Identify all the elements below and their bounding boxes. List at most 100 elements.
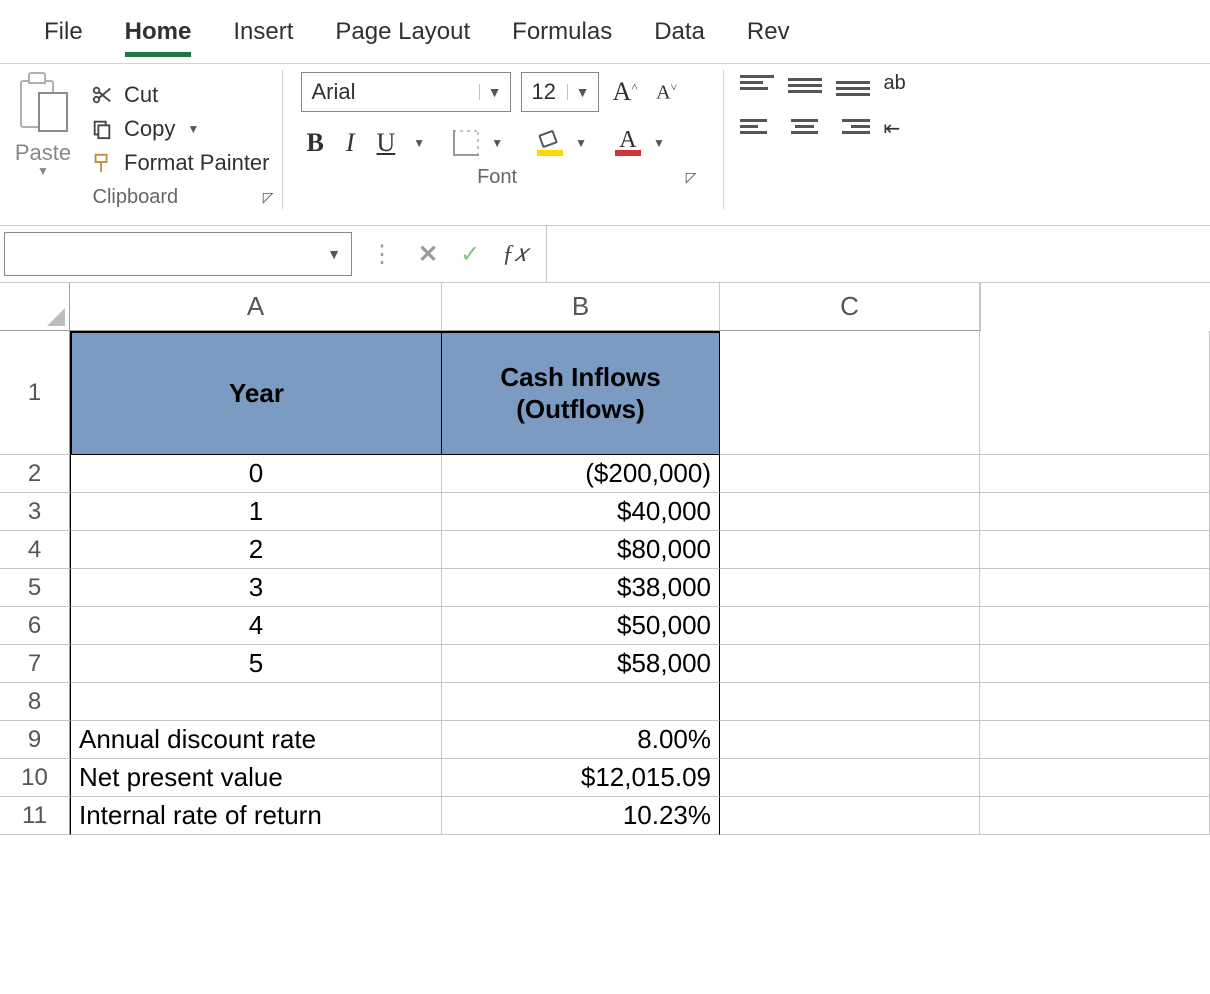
row-header-5[interactable]: 5 xyxy=(0,569,70,607)
cell-B[interactable]: $40,000 xyxy=(442,493,720,531)
copy-button[interactable]: Copy ▼ xyxy=(88,112,272,146)
cell-A[interactable]: 3 xyxy=(70,569,442,607)
cancel-formula-button[interactable]: ✕ xyxy=(418,240,438,269)
cell-C[interactable] xyxy=(720,721,980,759)
align-left-button[interactable] xyxy=(740,116,774,142)
tab-insert[interactable]: Insert xyxy=(233,18,293,57)
cell-A[interactable] xyxy=(70,683,442,721)
cell-A[interactable]: 1 xyxy=(70,493,442,531)
fill-color-icon[interactable] xyxy=(537,130,563,156)
row-header-1[interactable]: 1 xyxy=(0,331,70,455)
cell-extra[interactable] xyxy=(980,455,1210,493)
cell-extra[interactable] xyxy=(980,493,1210,531)
column-header-B[interactable]: B xyxy=(442,283,720,331)
row-header-3[interactable]: 3 xyxy=(0,493,70,531)
cell-A[interactable]: 0 xyxy=(70,455,442,493)
cell-A[interactable]: 2 xyxy=(70,531,442,569)
row-header-6[interactable]: 6 xyxy=(0,607,70,645)
cell-extra[interactable] xyxy=(980,331,1210,455)
font-name-select[interactable]: Arial ▼ xyxy=(301,72,511,112)
cell-C[interactable] xyxy=(720,569,980,607)
borders-icon[interactable] xyxy=(453,130,479,156)
cell-B[interactable]: $38,000 xyxy=(442,569,720,607)
font-size-select[interactable]: 12 ▼ xyxy=(521,72,599,112)
paste-button[interactable]: Paste xyxy=(14,140,72,166)
underline-button[interactable]: U xyxy=(371,126,402,160)
cell-C[interactable] xyxy=(720,759,980,797)
fb-handle-icon[interactable]: ⋮ xyxy=(370,240,396,269)
cell-C[interactable] xyxy=(720,683,980,721)
cell-B[interactable]: 8.00% xyxy=(442,721,720,759)
cell-extra[interactable] xyxy=(980,645,1210,683)
cell-C[interactable] xyxy=(720,607,980,645)
underline-dropdown[interactable]: ▼ xyxy=(411,136,425,150)
cell-B[interactable] xyxy=(442,683,720,721)
cell-A[interactable]: 5 xyxy=(70,645,442,683)
tab-file[interactable]: File xyxy=(44,18,83,57)
wrap-text-button[interactable]: ab xyxy=(884,72,918,98)
cell-B[interactable]: $50,000 xyxy=(442,607,720,645)
cell-C[interactable] xyxy=(720,797,980,835)
cell-extra[interactable] xyxy=(980,569,1210,607)
row-header-7[interactable]: 7 xyxy=(0,645,70,683)
align-right-button[interactable] xyxy=(836,116,870,142)
font-color-icon[interactable]: A xyxy=(615,130,641,156)
tab-home[interactable]: Home xyxy=(125,18,192,57)
select-all-corner[interactable] xyxy=(0,283,70,331)
cell-A[interactable]: Net present value xyxy=(70,759,442,797)
bold-button[interactable]: B xyxy=(301,126,330,160)
row-header-10[interactable]: 10 xyxy=(0,759,70,797)
name-box[interactable]: ▼ xyxy=(4,232,352,276)
cell-A[interactable]: Internal rate of return xyxy=(70,797,442,835)
cell-extra[interactable] xyxy=(980,797,1210,835)
cell-extra[interactable] xyxy=(980,531,1210,569)
row-header-4[interactable]: 4 xyxy=(0,531,70,569)
italic-button[interactable]: I xyxy=(340,126,361,160)
format-painter-button[interactable]: Format Painter xyxy=(88,146,272,180)
insert-function-button[interactable]: ƒ𝑥 xyxy=(502,241,527,268)
cell-B[interactable]: Cash Inflows (Outflows) xyxy=(442,331,720,455)
tab-rev[interactable]: Rev xyxy=(747,18,790,57)
align-middle-button[interactable] xyxy=(788,72,822,98)
clipboard-dialog-launcher-icon[interactable]: ◸ xyxy=(263,189,274,206)
cell-B[interactable]: $12,015.09 xyxy=(442,759,720,797)
cell-C[interactable] xyxy=(720,455,980,493)
cell-B[interactable]: 10.23% xyxy=(442,797,720,835)
align-top-button[interactable] xyxy=(740,72,774,98)
tab-data[interactable]: Data xyxy=(654,18,705,57)
font-color-dropdown[interactable]: ▼ xyxy=(651,136,665,150)
paste-dropdown[interactable]: ▼ xyxy=(14,164,72,178)
indent-button[interactable]: ⇤ xyxy=(884,116,918,142)
fill-color-dropdown[interactable]: ▼ xyxy=(573,136,587,150)
cell-A[interactable]: Annual discount rate xyxy=(70,721,442,759)
tab-formulas[interactable]: Formulas xyxy=(512,18,612,57)
formula-input[interactable] xyxy=(546,226,1210,282)
cell-extra[interactable] xyxy=(980,721,1210,759)
tab-page-layout[interactable]: Page Layout xyxy=(335,18,470,57)
cell-A[interactable]: 4 xyxy=(70,607,442,645)
row-header-11[interactable]: 11 xyxy=(0,797,70,835)
row-header-9[interactable]: 9 xyxy=(0,721,70,759)
cell-B[interactable]: ($200,000) xyxy=(442,455,720,493)
copy-dropdown[interactable]: ▼ xyxy=(185,122,199,136)
align-center-button[interactable] xyxy=(788,116,822,142)
cell-C[interactable] xyxy=(720,531,980,569)
cell-C[interactable] xyxy=(720,331,980,455)
row-header-8[interactable]: 8 xyxy=(0,683,70,721)
font-dialog-launcher-icon[interactable]: ◸ xyxy=(686,169,697,186)
borders-dropdown[interactable]: ▼ xyxy=(489,136,503,150)
cell-extra[interactable] xyxy=(980,683,1210,721)
cell-A[interactable]: Year xyxy=(70,331,442,455)
column-header-extra[interactable] xyxy=(980,283,981,331)
cell-C[interactable] xyxy=(720,493,980,531)
column-header-C[interactable]: C xyxy=(720,283,980,331)
cut-button[interactable]: Cut xyxy=(88,78,272,112)
cell-extra[interactable] xyxy=(980,607,1210,645)
increase-font-button[interactable]: A˄ xyxy=(609,77,643,107)
cell-B[interactable]: $80,000 xyxy=(442,531,720,569)
decrease-font-button[interactable]: A˅ xyxy=(652,80,681,105)
cell-extra[interactable] xyxy=(980,759,1210,797)
row-header-2[interactable]: 2 xyxy=(0,455,70,493)
paste-icon[interactable] xyxy=(14,72,72,140)
cell-C[interactable] xyxy=(720,645,980,683)
